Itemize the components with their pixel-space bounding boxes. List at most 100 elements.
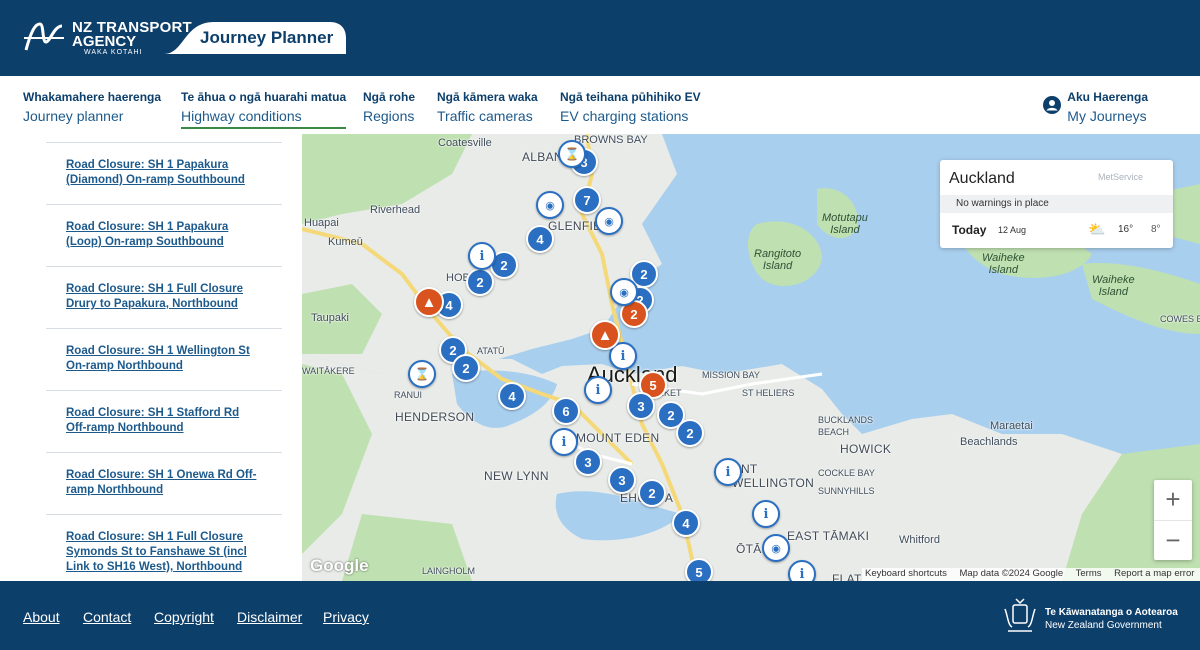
google-logo[interactable]: Google bbox=[310, 556, 369, 576]
cluster-marker[interactable]: 5 bbox=[685, 558, 713, 581]
list-item: Road Closure: SH 1 Onewa Rd Off-ramp Nor… bbox=[46, 452, 282, 514]
nzta-logo[interactable]: NZ TRANSPORT AGENCY WAKA KOTAHI bbox=[22, 18, 192, 58]
nav-english-label: EV charging stations bbox=[560, 108, 689, 124]
place-label: HOWICK bbox=[840, 442, 892, 456]
cluster-marker[interactable]: 7 bbox=[573, 186, 601, 214]
map-attribution: Keyboard shortcuts Map data ©2024 Google… bbox=[862, 568, 1200, 581]
island-label: Waiheke Island bbox=[1092, 274, 1135, 298]
place-label: RANUI bbox=[394, 390, 423, 400]
app-title: Journey Planner bbox=[200, 28, 334, 47]
footer-disclaimer-link[interactable]: Disclaimer bbox=[237, 609, 302, 625]
keyboard-shortcuts-link[interactable]: Keyboard shortcuts bbox=[865, 568, 947, 579]
camera-icon[interactable]: ◉ bbox=[595, 207, 623, 235]
cluster-marker[interactable]: 4 bbox=[498, 382, 526, 410]
list-item: Road Closure: SH 1 Papakura (Loop) On-ram… bbox=[46, 204, 282, 266]
hourglass-icon[interactable]: ⌛ bbox=[408, 360, 436, 388]
closure-link[interactable]: Road Closure: SH 1 Wellington St On-ramp … bbox=[66, 344, 282, 374]
list-item: Road Closure: SH 1 Wellington St On-ramp … bbox=[46, 328, 282, 390]
camera-icon[interactable]: ◉ bbox=[762, 534, 790, 562]
closure-link[interactable]: Road Closure: SH 1 Papakura (Loop) On-ram… bbox=[66, 220, 282, 250]
closure-link[interactable]: Road Closure: SH 1 Full Closure Drury to … bbox=[66, 282, 282, 312]
closure-line: Road Closure: SH 1 Full Closure bbox=[66, 283, 243, 295]
info-marker[interactable]: i bbox=[468, 242, 496, 270]
info-marker[interactable]: i bbox=[584, 376, 612, 404]
camera-icon[interactable]: ◉ bbox=[536, 191, 564, 219]
closure-line: On-ramp Northbound bbox=[66, 360, 183, 372]
weather-city: Auckland bbox=[949, 170, 1015, 187]
zoom-out-button[interactable]: − bbox=[1154, 520, 1192, 560]
info-marker[interactable]: i bbox=[550, 428, 578, 456]
camera-icon[interactable]: ◉ bbox=[610, 278, 638, 306]
nav-journey-planner[interactable]: Whakamahere haerenga Journey planner bbox=[23, 90, 161, 124]
list-item: Road Closure: SH 1 Full Closure Symonds S… bbox=[46, 514, 282, 581]
closure-line: Road Closure: SH 1 Stafford Rd bbox=[66, 407, 240, 419]
nav-traffic-cameras[interactable]: Ngā kāmera waka Traffic cameras bbox=[437, 90, 538, 124]
cluster-marker[interactable]: 6 bbox=[552, 397, 580, 425]
nav-highway-conditions[interactable]: Te āhua o ngā huarahi matua Highway cond… bbox=[181, 90, 347, 129]
nav-maori-label: Te āhua o ngā huarahi matua bbox=[181, 90, 347, 104]
hourglass-icon[interactable]: ⌛ bbox=[558, 140, 586, 168]
map-view[interactable]: BROWNS BAY ALBANY Coatesville Riverhead … bbox=[302, 134, 1200, 581]
closure-link[interactable]: Road Closure: SH 1 Onewa Rd Off-ramp Nor… bbox=[66, 468, 282, 498]
cluster-marker[interactable]: 3 bbox=[608, 466, 636, 494]
nav-maori-label: Ngā rohe bbox=[363, 90, 416, 104]
island-label: Waiheke Island bbox=[982, 252, 1025, 276]
closure-line: Off-ramp Northbound bbox=[66, 422, 184, 434]
footer-about-link[interactable]: About bbox=[23, 609, 60, 625]
closure-list: Road Closure: SH 1 Papakura (Diamond) On-… bbox=[46, 142, 282, 581]
place-label: LAINGHOLM bbox=[422, 566, 476, 576]
list-item: Road Closure: SH 1 Papakura (Diamond) On-… bbox=[46, 142, 282, 204]
journey-planner-tab[interactable]: Journey Planner bbox=[164, 22, 346, 54]
weather-high-temp: 16° bbox=[1118, 224, 1134, 235]
logo-line3: WAKA KOTAHI bbox=[84, 49, 143, 56]
closure-link[interactable]: Road Closure: SH 1 Papakura (Diamond) On-… bbox=[66, 158, 282, 188]
place-label: Coatesville bbox=[438, 137, 492, 149]
report-map-error-link[interactable]: Report a map error bbox=[1114, 568, 1194, 579]
cluster-marker[interactable]: 2 bbox=[452, 354, 480, 382]
place-label: FLAT bbox=[832, 572, 862, 581]
place-label: MOUNT EDEN bbox=[576, 431, 660, 445]
cluster-marker[interactable]: 3 bbox=[574, 448, 602, 476]
footer-contact-link[interactable]: Contact bbox=[83, 609, 131, 625]
closure-line: (Loop) On-ramp Southbound bbox=[66, 236, 224, 248]
info-marker[interactable]: i bbox=[788, 560, 816, 581]
zoom-in-button[interactable]: + bbox=[1154, 480, 1192, 520]
footer-copyright-link[interactable]: Copyright bbox=[154, 609, 214, 625]
place-label: Taupaki bbox=[311, 312, 349, 324]
closure-sidebar[interactable]: Road Closure: SH 1 Papakura (Diamond) On-… bbox=[0, 134, 302, 581]
cluster-marker[interactable]: 2 bbox=[638, 479, 666, 507]
nav-ev-charging[interactable]: Ngā teihana pūhihiko EV EV charging stat… bbox=[560, 90, 701, 124]
gov-english-name: New Zealand Government bbox=[1045, 620, 1162, 631]
nav-maori-label: Ngā teihana pūhihiko EV bbox=[560, 90, 701, 104]
place-label: Whitford bbox=[899, 534, 940, 546]
footer-privacy-link[interactable]: Privacy bbox=[323, 609, 369, 625]
closure-link[interactable]: Road Closure: SH 1 Full Closure Symonds S… bbox=[66, 530, 282, 575]
my-journeys-link[interactable]: Aku Haerenga My Journeys bbox=[1043, 90, 1148, 124]
info-marker[interactable]: i bbox=[752, 500, 780, 528]
island-label: Rangitoto Island bbox=[754, 248, 802, 272]
site-header: NZ TRANSPORT AGENCY WAKA KOTAHI Journey … bbox=[0, 0, 1200, 76]
cluster-marker[interactable]: 4 bbox=[672, 509, 700, 537]
account-english-label: My Journeys bbox=[1067, 108, 1147, 124]
roadworks-cone-icon[interactable]: ▲ bbox=[590, 320, 620, 350]
cluster-marker[interactable]: 2 bbox=[676, 419, 704, 447]
place-label: EAST TĀMAKI bbox=[787, 529, 870, 543]
place-label: COWES BAY bbox=[1160, 314, 1200, 324]
cluster-marker[interactable]: 2 bbox=[466, 268, 494, 296]
nav-regions[interactable]: Ngā rohe Regions bbox=[363, 90, 415, 124]
weather-warning: No warnings in place bbox=[940, 195, 1173, 213]
cluster-marker[interactable]: 3 bbox=[627, 392, 655, 420]
zoom-control: + − bbox=[1154, 480, 1192, 560]
place-label: WAITĀKERE bbox=[302, 366, 355, 376]
nav-english-label: Traffic cameras bbox=[437, 108, 533, 124]
closure-link[interactable]: Road Closure: SH 1 Stafford Rd Off-ramp N… bbox=[66, 406, 282, 436]
weather-widget[interactable]: Auckland MetService No warnings in place… bbox=[940, 160, 1173, 248]
roadworks-cone-icon[interactable]: ▲ bbox=[414, 287, 444, 317]
info-marker[interactable]: i bbox=[714, 458, 742, 486]
cluster-marker[interactable]: 4 bbox=[526, 225, 554, 253]
place-label: BROWNS BAY bbox=[574, 134, 648, 146]
nav-english-label: Highway conditions bbox=[181, 108, 302, 124]
closure-line: Road Closure: SH 1 Papakura bbox=[66, 221, 229, 233]
nav-english-label: Regions bbox=[363, 108, 415, 124]
terms-link[interactable]: Terms bbox=[1076, 568, 1102, 579]
